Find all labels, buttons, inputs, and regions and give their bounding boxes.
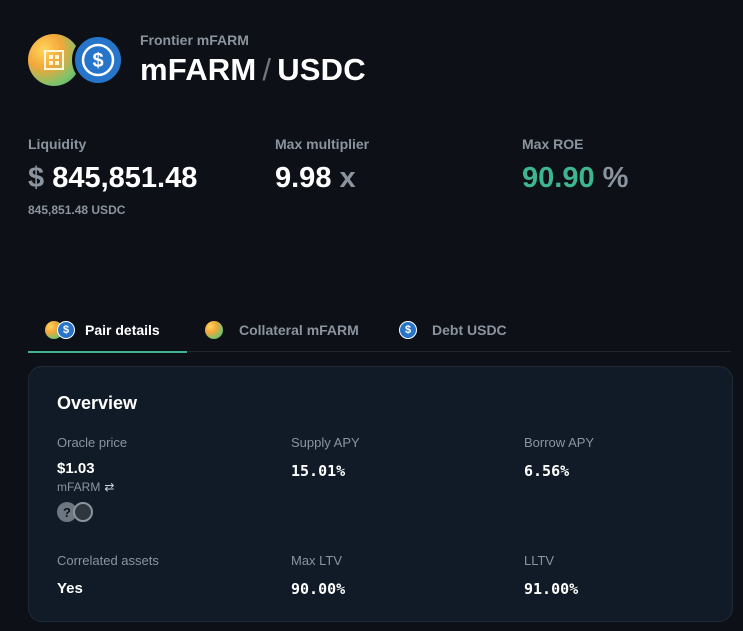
market-title: mFARM / USDC	[140, 52, 366, 88]
usdc-token-icon: $	[57, 321, 75, 339]
borrow-apy-label: Borrow APY	[524, 435, 595, 450]
liquidity-value: $ 845,851.48	[28, 162, 197, 195]
tab-label: Pair details	[85, 322, 160, 338]
max-roe-stat: Max ROE 90.90 %	[522, 136, 628, 195]
overview-title: Overview	[57, 393, 138, 413]
pair-separator: /	[262, 52, 272, 87]
usdc-token-icon: $	[399, 321, 417, 339]
debt-symbol: USDC	[277, 52, 366, 87]
max-roe-suffix: %	[602, 162, 629, 194]
max-multiplier-amount: 9.98	[275, 162, 332, 194]
market-header: $ Frontier mFARM mFARM / USDC	[28, 32, 366, 88]
supply-apy-label: Supply APY	[291, 435, 360, 450]
oracle-source-icon	[73, 502, 93, 522]
supply-apy: Supply APY 15.01%	[291, 435, 360, 480]
tab-pair-details[interactable]: $ Pair details	[28, 308, 187, 353]
correlated-assets-label: Correlated assets	[57, 553, 159, 568]
oracle-price-label: Oracle price	[57, 435, 128, 450]
max-multiplier-stat: Max multiplier 9.98 x	[275, 136, 369, 195]
oracle-sources: ?	[57, 502, 127, 522]
oracle-price: Oracle price $1.03 mFARM ⇄ ?	[57, 435, 127, 522]
tab-collateral[interactable]: Collateral mFARM	[205, 308, 359, 352]
max-multiplier-value: 9.98 x	[275, 162, 369, 195]
tab-label: Debt USDC	[432, 322, 507, 338]
max-ltv: Max LTV 90.00%	[291, 553, 345, 598]
token-pair-icon: $	[28, 32, 126, 88]
tab-label: Collateral mFARM	[239, 322, 359, 338]
correlated-assets: Correlated assets Yes	[57, 553, 159, 597]
max-multiplier-suffix: x	[339, 162, 356, 194]
swap-icon[interactable]: ⇄	[104, 480, 114, 494]
borrow-apy: Borrow APY 6.56%	[524, 435, 594, 480]
liquidity-amount: 845,851.48	[52, 162, 198, 194]
tab-bar: $ Pair details Collateral mFARM $ Debt U…	[28, 308, 731, 353]
lltv-label: LLTV	[524, 553, 555, 568]
oracle-unit-label: mFARM	[57, 480, 101, 494]
mfarm-token-icon	[205, 321, 223, 339]
currency-prefix: $	[28, 162, 45, 194]
liquidity-sub: 845,851.48 USDC	[28, 203, 126, 217]
oracle-price-value: $1.03	[57, 460, 95, 477]
market-stats: Liquidity $ 845,851.48 845,851.48 USDC M…	[28, 136, 743, 226]
usdc-token-icon: $	[72, 34, 124, 86]
overview-card: Overview Oracle price $1.03 mFARM ⇄ ? Su…	[28, 366, 733, 622]
liquidity-label: Liquidity	[28, 136, 87, 152]
tab-debt[interactable]: $ Debt USDC	[399, 308, 507, 352]
lltv: LLTV 91.00%	[524, 553, 578, 598]
correlated-assets-value: Yes	[57, 580, 83, 597]
max-multiplier-label: Max multiplier	[275, 136, 370, 152]
svg-text:$: $	[92, 50, 103, 72]
oracle-price-unit: mFARM ⇄	[57, 480, 127, 494]
lltv-value: 91.00%	[524, 580, 579, 598]
liquidity-stat: Liquidity $ 845,851.48 845,851.48 USDC	[28, 136, 197, 217]
max-ltv-label: Max LTV	[291, 553, 343, 568]
max-roe-label: Max ROE	[522, 136, 584, 152]
max-roe-value: 90.90 %	[522, 162, 628, 195]
market-subtitle: Frontier mFARM	[140, 32, 249, 48]
supply-apy-value: 15.01%	[291, 462, 346, 480]
max-roe-amount: 90.90	[522, 162, 595, 194]
max-ltv-value: 90.00%	[291, 580, 346, 598]
collateral-symbol: mFARM	[140, 52, 257, 87]
borrow-apy-value: 6.56%	[524, 462, 570, 480]
